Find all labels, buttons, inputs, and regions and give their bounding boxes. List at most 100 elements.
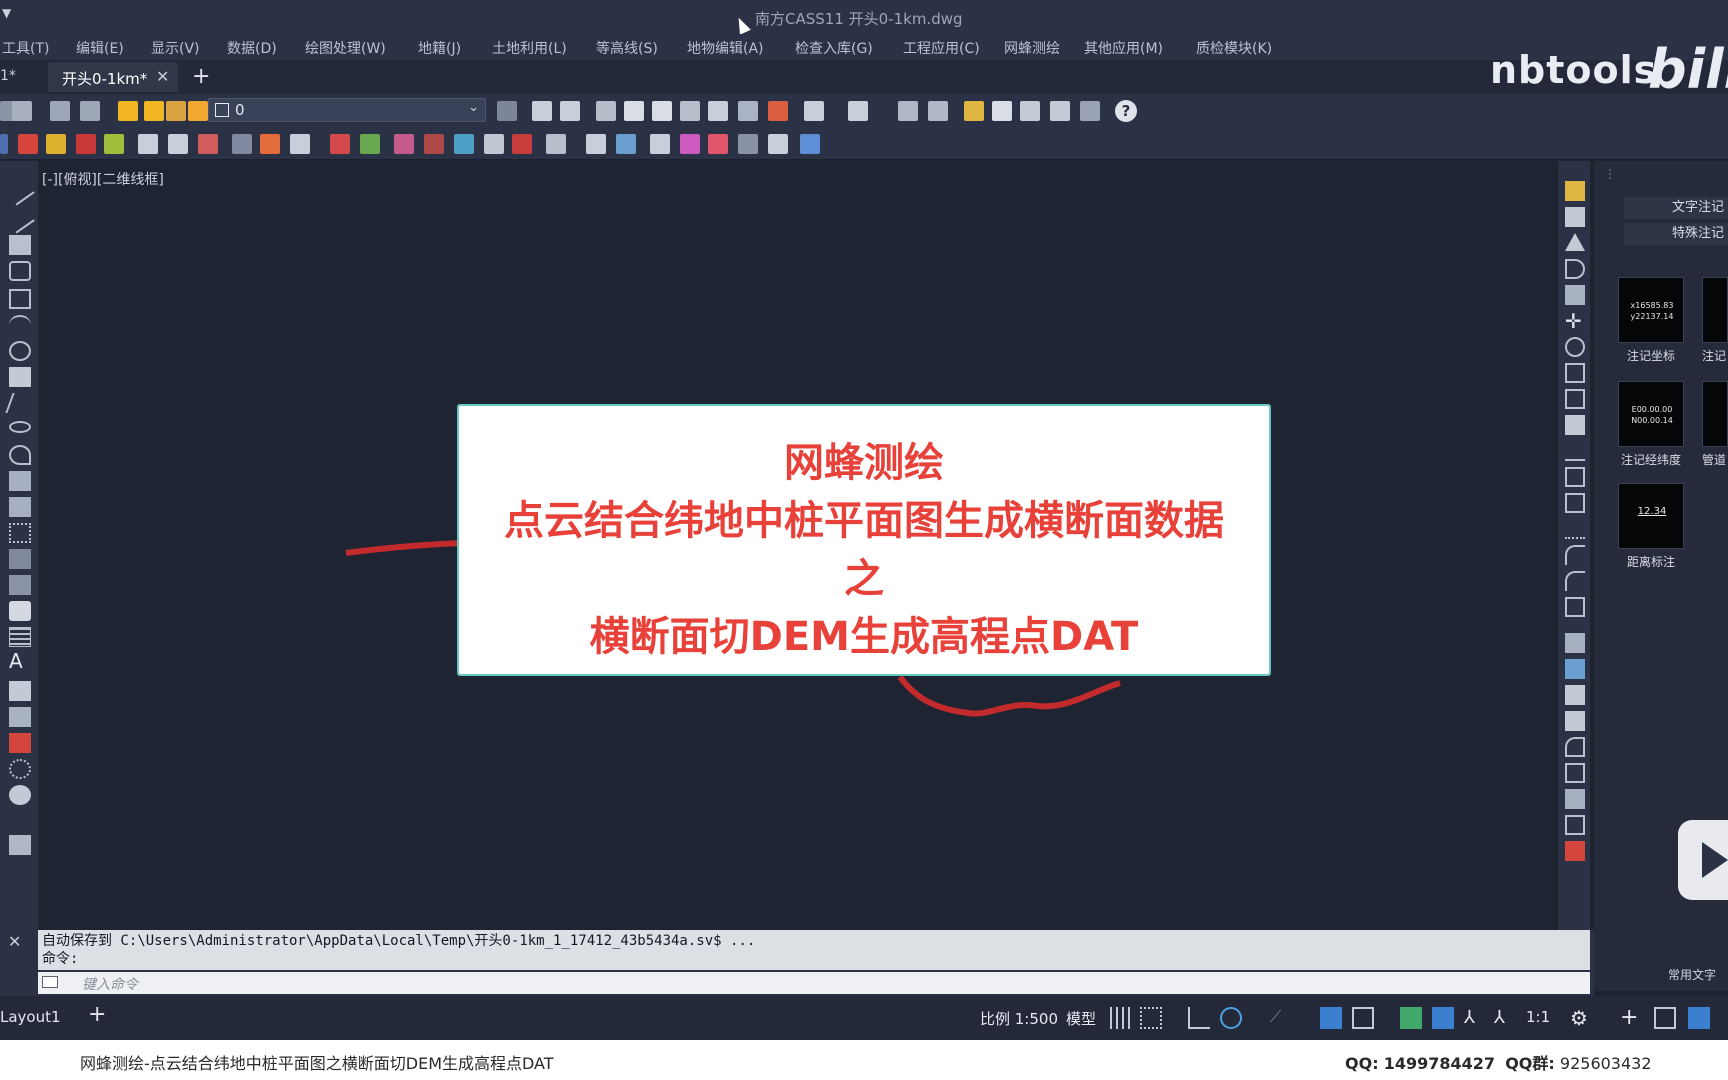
move-icon[interactable]	[992, 101, 1012, 121]
copy-object-icon[interactable]	[1565, 207, 1585, 227]
arc-edit-icon[interactable]	[1565, 737, 1585, 757]
cass-tool-icon-21[interactable]	[650, 134, 670, 154]
object-snap-icon[interactable]	[1320, 1007, 1342, 1029]
cass-tool-icon-16[interactable]	[484, 134, 504, 154]
command-close-icon[interactable]: ✕	[8, 932, 21, 952]
command-menu-icon[interactable]	[42, 976, 58, 988]
annotation-scale-icon[interactable]: ⅄	[1494, 1007, 1516, 1029]
rectangle-icon[interactable]	[9, 289, 31, 309]
ellipse-arc-icon[interactable]	[9, 445, 31, 465]
hatch-icon[interactable]	[9, 549, 31, 569]
cass-tool-icon-23[interactable]	[708, 134, 728, 154]
cass-tool-icon-2[interactable]	[46, 134, 66, 154]
region-icon[interactable]	[9, 601, 31, 621]
join-icon[interactable]	[1565, 519, 1585, 539]
menu-feature-edit[interactable]: 地物编辑(A)	[687, 38, 764, 58]
menu-land-use[interactable]: 土地利用(L)	[492, 38, 567, 58]
arc-icon[interactable]	[9, 315, 31, 335]
layer-select[interactable]: 0 ⌄	[208, 98, 486, 122]
erase-icon[interactable]	[1565, 841, 1585, 861]
polyline-icon[interactable]	[9, 235, 31, 255]
scale-icon[interactable]	[1565, 363, 1585, 383]
plus-icon[interactable]: +	[1620, 1007, 1642, 1029]
cass-tool-icon-4[interactable]	[104, 134, 124, 154]
cass-tool-icon-12[interactable]	[360, 134, 380, 154]
survey-icon[interactable]	[1565, 789, 1585, 809]
workspace-icon[interactable]	[1654, 1007, 1676, 1029]
lineweight-icon[interactable]	[1400, 1007, 1422, 1029]
auto-scale-icon[interactable]: ⅄	[1464, 1007, 1486, 1029]
properties-edit-icon[interactable]	[1565, 633, 1585, 653]
trim-icon[interactable]	[1050, 101, 1070, 121]
menu-tools[interactable]: 工具(T)	[2, 38, 49, 58]
cass-tool-icon-6[interactable]	[168, 134, 188, 154]
cass-tool-icon-19[interactable]	[586, 134, 606, 154]
padlock-icon[interactable]	[188, 101, 208, 121]
cass-tool-icon-24[interactable]	[738, 134, 758, 154]
insert-block-icon[interactable]	[9, 471, 31, 491]
cass-tool-icon-26[interactable]	[800, 134, 820, 154]
move-arrows-icon[interactable]: ✛	[1565, 311, 1585, 331]
pan-hand-icon[interactable]	[624, 101, 644, 121]
dimension-icon[interactable]	[1565, 711, 1585, 731]
cass-tool-icon-18[interactable]	[546, 134, 566, 154]
spline-icon[interactable]	[5, 393, 35, 413]
tab-layout1[interactable]: Layout1	[0, 1008, 61, 1026]
layer-red-icon[interactable]	[9, 733, 31, 753]
tool-palette-icon[interactable]	[928, 101, 948, 121]
menu-data[interactable]: 数据(D)	[227, 38, 277, 58]
layer-state-icon[interactable]	[50, 101, 70, 121]
video-play-button[interactable]	[1678, 820, 1728, 900]
polygon-icon[interactable]	[9, 261, 31, 281]
design-center-icon[interactable]	[898, 101, 918, 121]
annotation-visibility-icon[interactable]	[1432, 1007, 1454, 1029]
model-space-toggle[interactable]: 模型	[1066, 1008, 1096, 1029]
tool-annotate-coordinate[interactable]: x16585.83 y22137.14	[1618, 277, 1684, 343]
tab-close-icon[interactable]: ✕	[156, 67, 169, 86]
make-block-icon[interactable]	[9, 497, 31, 517]
stretch-icon[interactable]	[1565, 389, 1585, 409]
array-icon[interactable]	[1565, 285, 1585, 305]
zoom-realtime-icon[interactable]	[652, 101, 672, 121]
menu-view[interactable]: 显示(V)	[151, 38, 200, 58]
gear-icon[interactable]: ⚙	[1570, 1007, 1592, 1029]
grid-icon[interactable]	[1110, 1007, 1132, 1029]
palette-tab-special-annotation[interactable]: 特殊注记	[1624, 223, 1728, 245]
extend-icon[interactable]	[1080, 101, 1100, 121]
cass-tool-icon-14[interactable]	[424, 134, 444, 154]
revcloud-icon[interactable]	[9, 367, 31, 387]
edit-pencil-icon[interactable]	[1565, 181, 1585, 201]
tool-annotate-latlong[interactable]: E00.00.00 N00.00.14	[1618, 381, 1684, 447]
sun-icon[interactable]	[144, 101, 164, 121]
explode-icon[interactable]	[1565, 597, 1585, 617]
zoom-extents-icon[interactable]	[708, 101, 728, 121]
cass-tool-icon-20[interactable]	[616, 134, 636, 154]
tab-active-document[interactable]: 开头0-1km* ✕	[48, 62, 178, 92]
layer-walk-icon[interactable]	[80, 101, 100, 121]
trim-scissors-icon[interactable]	[1565, 415, 1585, 435]
open-folder-icon[interactable]	[532, 101, 552, 121]
match-props-icon[interactable]	[497, 101, 517, 121]
redo-icon[interactable]	[848, 101, 868, 121]
image-icon[interactable]	[9, 835, 31, 855]
tool-distance-dimension[interactable]: 12.34	[1618, 483, 1684, 549]
break-icon[interactable]	[1565, 467, 1585, 487]
line-icon[interactable]	[5, 176, 35, 206]
palette-footer-common-text[interactable]: 常用文字	[1668, 966, 1716, 983]
camera-icon[interactable]	[9, 785, 31, 805]
scale-display[interactable]: 比例 1:500	[980, 1008, 1058, 1029]
cass-tool-icon-17[interactable]	[512, 134, 532, 154]
menu-cadastre[interactable]: 地籍(J)	[418, 38, 461, 58]
offset-icon[interactable]	[1565, 259, 1585, 279]
gradient-icon[interactable]	[9, 575, 31, 595]
cass-tool-icon-22[interactable]	[680, 134, 700, 154]
cass-tool-icon-8[interactable]	[232, 134, 252, 154]
ortho-icon[interactable]	[1188, 1007, 1210, 1029]
point-icon[interactable]	[9, 523, 31, 543]
menu-check-import[interactable]: 检查入库(G)	[795, 38, 873, 58]
cass-tool-icon-5[interactable]	[138, 134, 158, 154]
pencil-icon[interactable]	[964, 101, 984, 121]
isolate-objects-icon[interactable]	[1688, 1007, 1710, 1029]
cass-tool-icon-13[interactable]	[394, 134, 414, 154]
annotation-scale-value[interactable]: 1:1	[1526, 1008, 1550, 1026]
